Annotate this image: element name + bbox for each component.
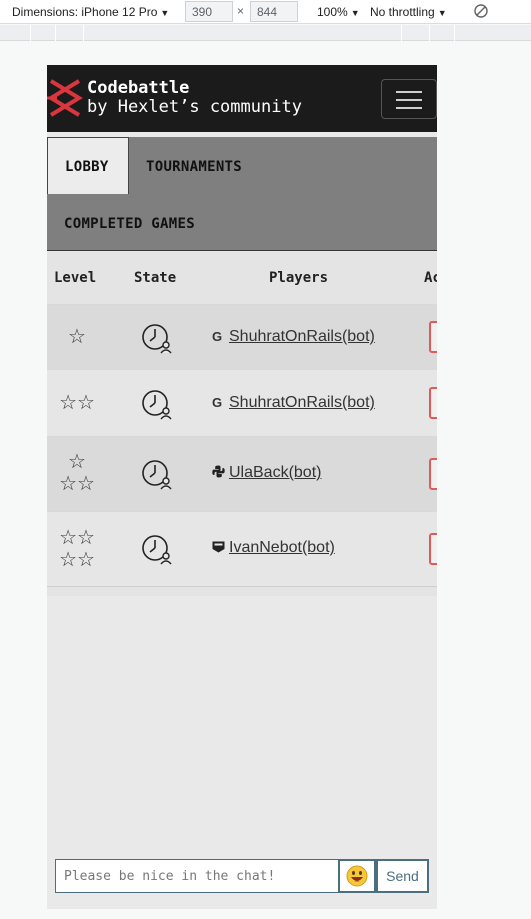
waiting-clock-icon [142, 390, 172, 420]
codebattle-logo-icon [47, 79, 83, 117]
rotate-icon[interactable] [473, 3, 489, 22]
cpp-lang-icon: G [212, 329, 223, 344]
hamburger-icon [396, 91, 422, 93]
emoji-button[interactable] [338, 859, 376, 893]
device-height-input[interactable]: 844 [250, 1, 298, 22]
throttling-select[interactable]: No throttling ▼ [370, 5, 447, 19]
join-game-button[interactable] [429, 387, 437, 419]
times-separator: × [237, 4, 245, 18]
chevron-down-icon: ▼ [437, 8, 447, 18]
games-table: Level State Players Actions ☆ GShuhratOn… [47, 252, 437, 596]
tab-completed-games[interactable]: COMPLETED GAMES [64, 216, 195, 232]
chevron-down-icon: ▼ [160, 8, 170, 18]
table-row: ☆ ☆☆ UlaBack(bot) [47, 436, 437, 511]
devtools-toolbar: Dimensions: iPhone 12 Pro ▼ 390 × 844 100… [0, 0, 531, 24]
join-game-button[interactable] [429, 458, 437, 490]
player-link[interactable]: G ShuhratOnRails(bot) [212, 328, 375, 346]
tab-tournaments[interactable]: TOURNAMENTS [146, 159, 242, 175]
header-players: Players [269, 270, 329, 286]
chevron-down-icon: ▼ [350, 8, 360, 18]
waiting-clock-icon [142, 535, 172, 565]
brand[interactable]: Codebattle by Hexlet’s community [87, 79, 302, 117]
player-link[interactable]: G ShuhratOnRails(bot) [212, 394, 375, 412]
level-stars: ☆ ☆☆ [59, 451, 95, 495]
send-button[interactable]: Send [376, 859, 429, 893]
player-link[interactable]: IvanNebot(bot) [212, 539, 335, 557]
level-stars: ☆ [68, 326, 86, 348]
waiting-clock-icon [142, 324, 172, 354]
table-row: ☆☆ ☆☆ IvanNebot(bot) [47, 511, 437, 586]
join-game-button[interactable] [429, 533, 437, 565]
device-width-input[interactable]: 390 [185, 1, 233, 22]
header-level: Level [54, 270, 97, 286]
chat-form: Send [55, 859, 429, 893]
smiley-emoji-icon [346, 865, 368, 887]
python-lang-icon [212, 465, 228, 480]
waiting-clock-icon [142, 460, 172, 490]
player-link[interactable]: UlaBack(bot) [212, 464, 321, 482]
zoom-select[interactable]: 100% ▼ [317, 5, 360, 19]
media-query-bar [0, 25, 531, 41]
table-divider [47, 586, 437, 596]
level-stars: ☆☆ [59, 392, 95, 414]
table-header: Level State Players Actions [47, 252, 437, 304]
table-row: ☆ G ShuhratOnRails(bot) [47, 304, 437, 369]
device-viewport: Codebattle by Hexlet’s community LOBBY T… [47, 65, 437, 909]
brand-subtitle: by Hexlet’s community [87, 97, 302, 117]
header-actions: Actions [424, 270, 437, 286]
header-state: State [134, 270, 177, 286]
table-row: ☆☆ G ShuhratOnRails(bot) [47, 369, 437, 436]
lobby-tabs: LOBBY TOURNAMENTS COMPLETED GAMES [47, 137, 437, 251]
tab-lobby[interactable]: LOBBY [47, 137, 129, 194]
php-lang-icon [212, 540, 228, 555]
level-stars: ☆☆ ☆☆ [59, 527, 95, 571]
join-game-button[interactable] [429, 321, 437, 353]
brand-title: Codebattle [87, 78, 190, 98]
cpp-lang-icon: G [212, 395, 223, 410]
chat-input[interactable] [55, 859, 339, 893]
device-dimensions-select[interactable]: Dimensions: iPhone 12 Pro ▼ [12, 5, 169, 19]
navbar: Codebattle by Hexlet’s community [47, 65, 437, 132]
menu-toggle-button[interactable] [381, 79, 437, 119]
